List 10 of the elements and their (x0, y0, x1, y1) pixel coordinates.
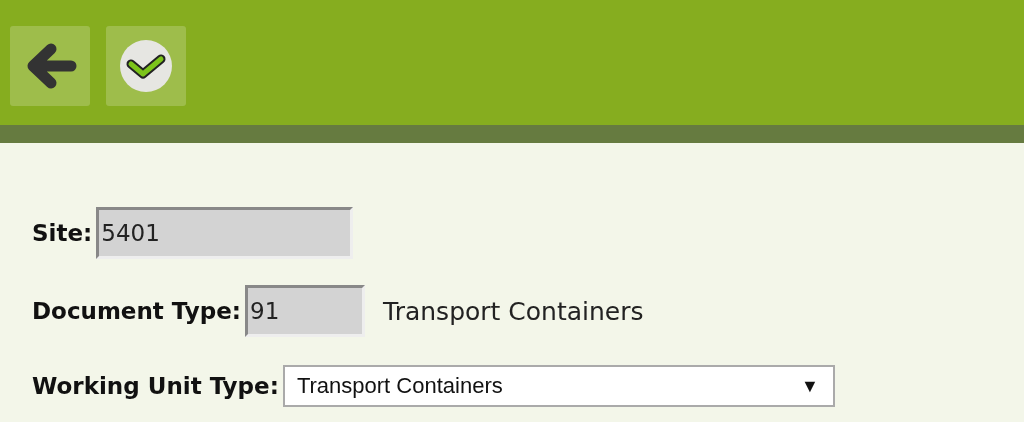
working-unit-type-dropdown[interactable]: Transport Containers ▼ (282, 365, 835, 407)
document-type-field[interactable]: 91 (245, 285, 366, 337)
site-field[interactable]: 5401 (96, 207, 354, 259)
document-type-label: Document Type: (32, 298, 242, 324)
working-unit-type-label: Working Unit Type: (32, 373, 279, 399)
checkmark-icon (117, 37, 175, 95)
document-type-description: Transport Containers (383, 296, 644, 326)
site-label: Site: (32, 220, 93, 246)
confirm-button[interactable] (106, 26, 186, 106)
back-button[interactable] (10, 26, 90, 106)
